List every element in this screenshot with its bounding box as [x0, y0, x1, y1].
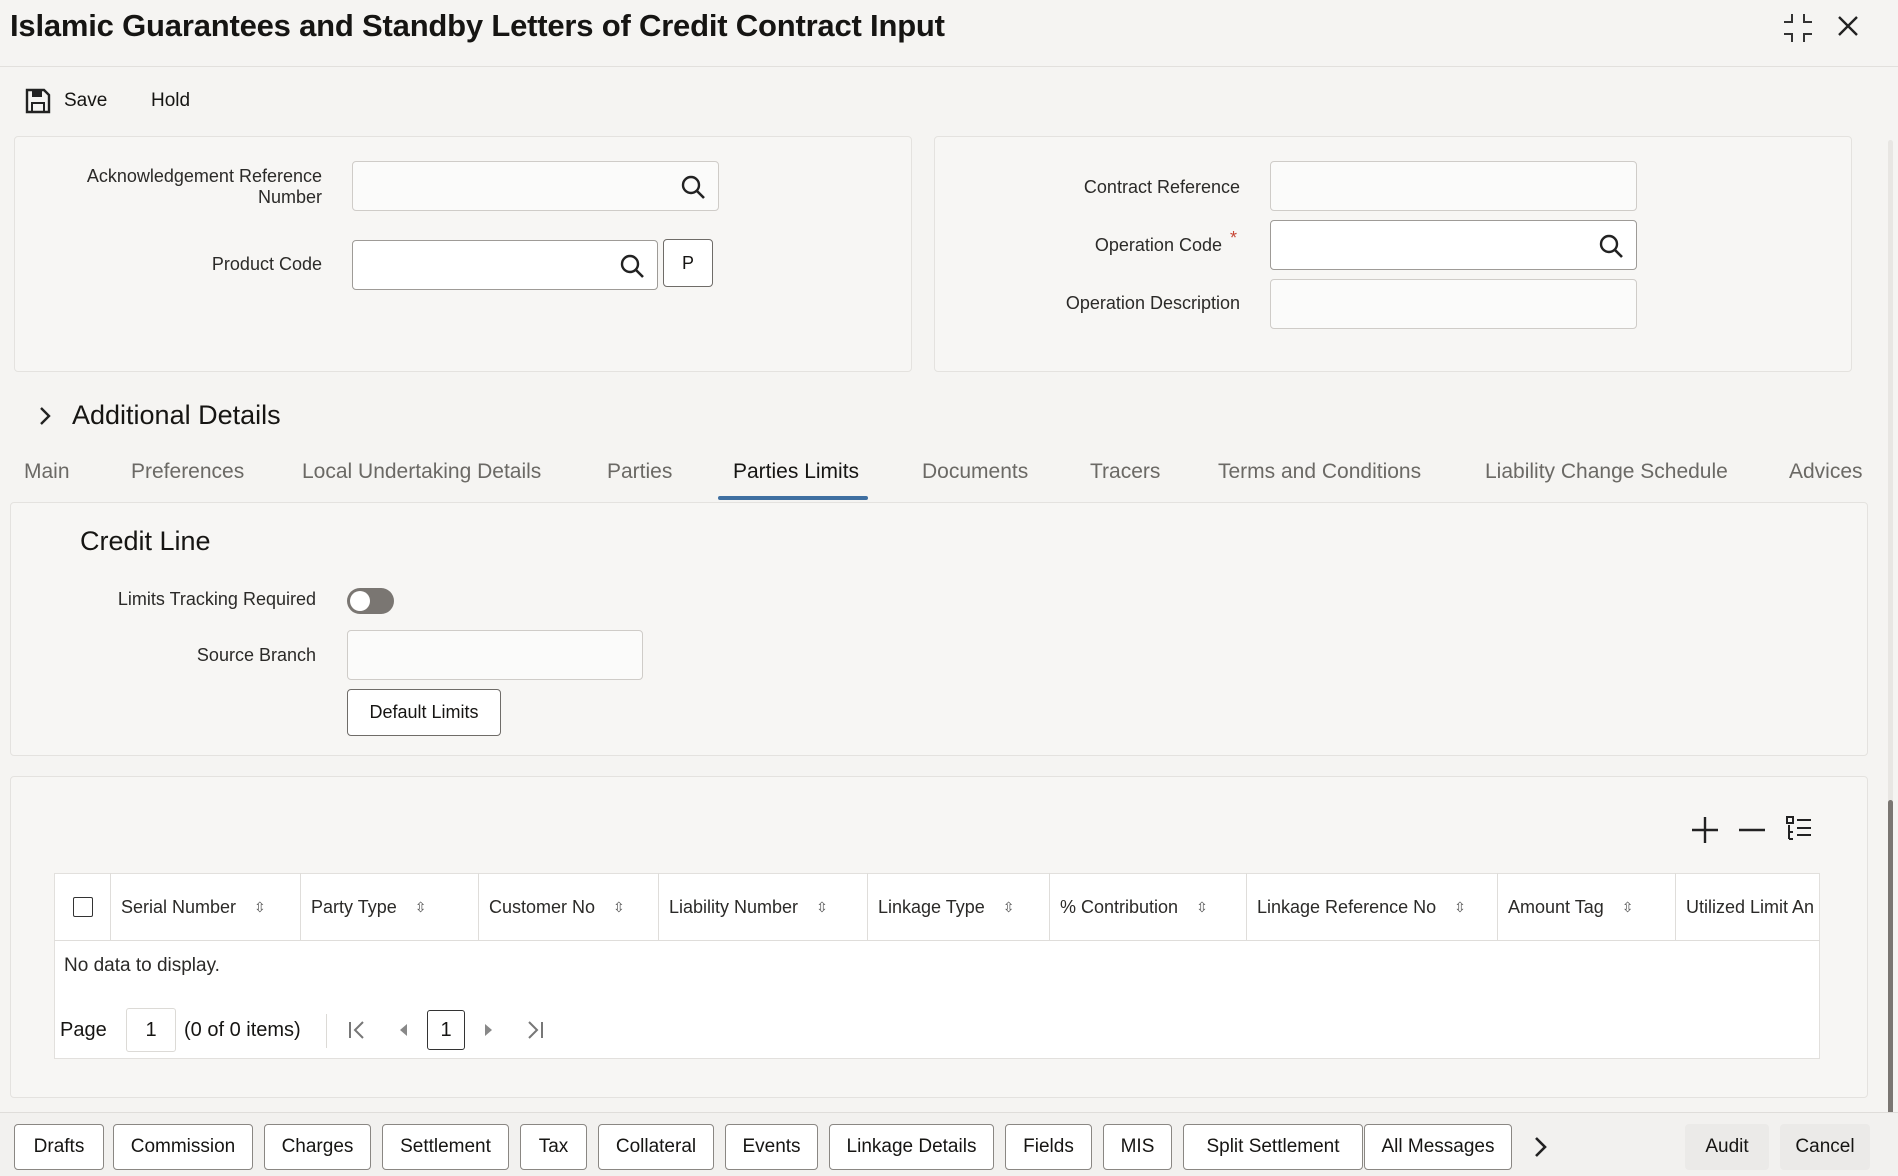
sort-icon: ⇳ [1196, 898, 1208, 915]
pagination-items-count: (0 of 0 items) [184, 1019, 301, 1041]
empty-table-message: No data to display. [64, 955, 220, 976]
sort-icon: ⇳ [1454, 898, 1466, 915]
split-settlement-button[interactable]: Split Settlement [1183, 1124, 1363, 1170]
chevron-right-icon [40, 406, 51, 425]
tab-tracers[interactable]: Tracers [1090, 460, 1160, 484]
all-messages-button[interactable]: All Messages [1364, 1124, 1512, 1170]
save-icon [25, 88, 51, 114]
col-contribution[interactable]: % Contribution ⇳ [1050, 873, 1247, 941]
selected-tab-indicator [718, 496, 868, 500]
audit-button[interactable]: Audit [1685, 1124, 1769, 1170]
linkage-details-button[interactable]: Linkage Details [829, 1124, 994, 1170]
source-branch-label: Source Branch [196, 645, 316, 665]
additional-details-label: Additional Details [72, 400, 281, 430]
tab-local-undertaking-details[interactable]: Local Undertaking Details [302, 460, 541, 484]
toggle-knob [350, 591, 370, 611]
operation-desc-label: Operation Description [1065, 293, 1240, 313]
tab-terms-and-conditions[interactable]: Terms and Conditions [1218, 460, 1421, 484]
search-icon[interactable] [680, 174, 706, 200]
limits-tracking-label: Limits Tracking Required [117, 589, 316, 609]
tab-main[interactable]: Main [24, 460, 70, 484]
next-page-icon[interactable] [482, 1019, 496, 1046]
ack-ref-label: Acknowledgement Reference Number [86, 166, 322, 207]
mis-button[interactable]: MIS [1103, 1124, 1172, 1170]
minimize-icon[interactable] [1782, 12, 1814, 50]
select-all-cell [55, 873, 111, 941]
current-page[interactable]: 1 [427, 1010, 465, 1050]
drafts-button[interactable]: Drafts [14, 1124, 104, 1170]
default-limits-button[interactable]: Default Limits [347, 689, 501, 736]
product-code-input[interactable] [352, 240, 658, 290]
close-icon[interactable] [1834, 12, 1862, 46]
required-indicator: * [1230, 228, 1238, 248]
col-amount-tag[interactable]: Amount Tag ⇳ [1498, 873, 1676, 941]
col-party-type[interactable]: Party Type ⇳ [301, 873, 479, 941]
col-linkage-reference-no[interactable]: Linkage Reference No ⇳ [1247, 873, 1498, 941]
first-page-icon[interactable] [346, 1019, 368, 1046]
cancel-button[interactable]: Cancel [1780, 1124, 1870, 1170]
fields-button[interactable]: Fields [1005, 1124, 1092, 1170]
hold-label: Hold [151, 90, 191, 111]
window-title: Islamic Guarantees and Standby Letters o… [10, 8, 945, 43]
tab-parties-limits[interactable]: Parties Limits [733, 460, 859, 484]
page-label: Page [60, 1019, 107, 1041]
credit-line-panel [10, 502, 1868, 756]
pagination-divider [326, 1014, 327, 1048]
previous-page-icon[interactable] [396, 1019, 410, 1046]
save-label: Save [64, 90, 108, 111]
tab-advices[interactable]: Advices [1789, 460, 1863, 484]
page-input[interactable]: 1 [126, 1008, 176, 1052]
tax-button[interactable]: Tax [520, 1124, 587, 1170]
title-divider [0, 66, 1898, 67]
charges-button[interactable]: Charges [264, 1124, 371, 1170]
ack-ref-input[interactable] [352, 161, 719, 211]
contract-ref-label: Contract Reference [1083, 177, 1240, 197]
search-icon[interactable] [619, 253, 645, 279]
sort-icon: ⇳ [1621, 898, 1634, 915]
settlement-button[interactable]: Settlement [382, 1124, 509, 1170]
col-customer-no[interactable]: Customer No ⇳ [479, 873, 659, 941]
sort-icon: ⇳ [1002, 898, 1015, 915]
col-liability-number[interactable]: Liability Number ⇳ [659, 873, 868, 941]
add-row-icon[interactable] [1690, 815, 1720, 850]
delete-row-icon[interactable] [1737, 815, 1767, 850]
sort-icon: ⇳ [254, 898, 266, 915]
hold-button[interactable]: Hold [151, 86, 190, 116]
more-buttons-chevron-icon[interactable] [1532, 1134, 1548, 1165]
col-linkage-type[interactable]: Linkage Type ⇳ [868, 873, 1050, 941]
sort-icon: ⇳ [816, 898, 828, 915]
col-serial-number[interactable]: Serial Number ⇳ [111, 873, 301, 941]
source-branch-field[interactable] [347, 630, 643, 680]
sort-icon: ⇳ [613, 898, 625, 915]
sort-icon: ⇳ [414, 898, 427, 915]
collateral-button[interactable]: Collateral [598, 1124, 714, 1170]
last-page-icon[interactable] [524, 1019, 546, 1046]
operation-desc-field[interactable] [1270, 279, 1637, 329]
tab-documents[interactable]: Documents [922, 460, 1028, 484]
tab-parties[interactable]: Parties [607, 460, 672, 484]
select-all-checkbox[interactable] [72, 897, 93, 917]
col-utilized-limit[interactable]: Utilized Limit An [1676, 873, 1820, 941]
vertical-scrollbar[interactable] [1888, 140, 1893, 1120]
credit-line-title: Credit Line [80, 526, 211, 556]
events-button[interactable]: Events [725, 1124, 818, 1170]
additional-details-toggle[interactable]: Additional Details [38, 400, 281, 431]
save-button[interactable]: Save [24, 86, 107, 116]
limits-tracking-toggle[interactable] [347, 588, 394, 614]
commission-button[interactable]: Commission [113, 1124, 253, 1170]
scrollbar-thumb[interactable] [1888, 800, 1893, 1120]
operation-code-input[interactable] [1270, 220, 1637, 270]
product-code-label: Product Code [211, 254, 322, 274]
tab-preferences[interactable]: Preferences [131, 460, 244, 484]
tab-liability-change-schedule[interactable]: Liability Change Schedule [1485, 460, 1728, 484]
operation-code-label: Operation Code [1094, 235, 1222, 255]
contract-ref-field[interactable] [1270, 161, 1637, 211]
single-view-icon[interactable] [1784, 813, 1814, 848]
product-p-button[interactable]: P [663, 239, 713, 287]
search-icon[interactable] [1598, 233, 1624, 259]
